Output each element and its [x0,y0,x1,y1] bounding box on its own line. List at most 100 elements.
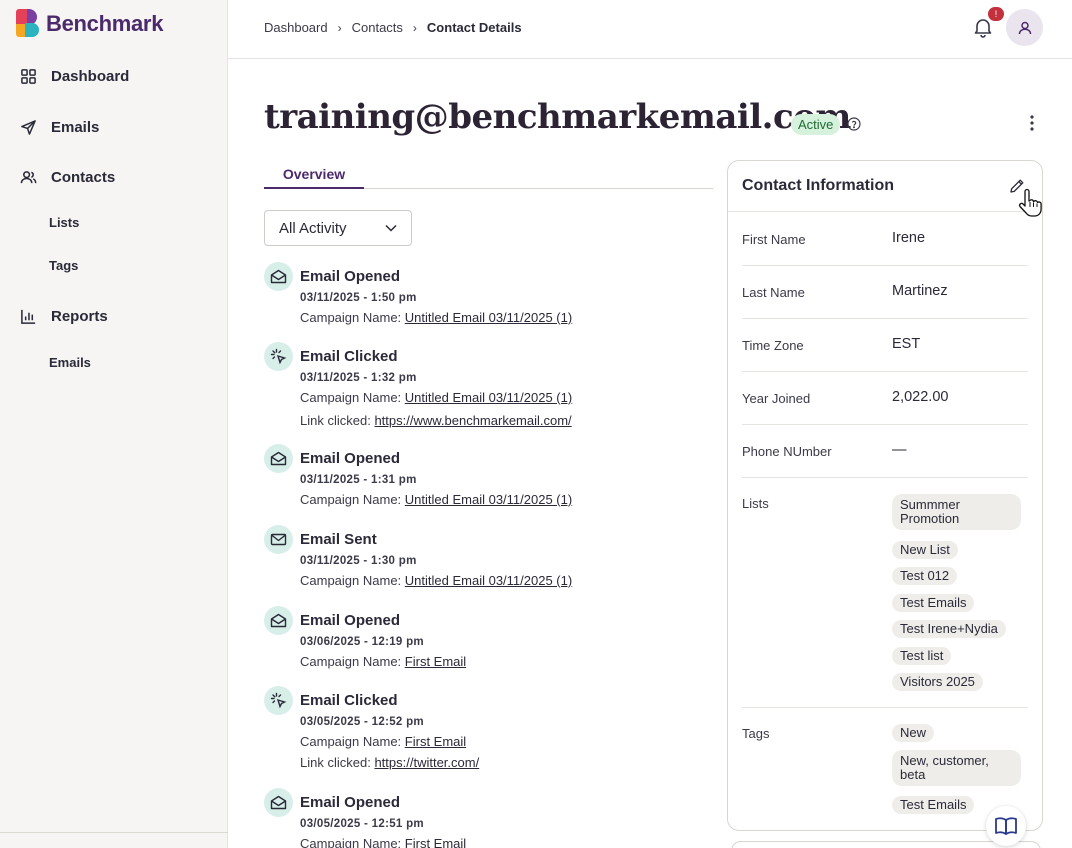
campaign-label: Campaign Name: [300,836,402,848]
breadcrumb-dashboard[interactable]: Dashboard [264,20,328,35]
sidebar-item-emails[interactable]: Emails [20,119,99,136]
clicked-link[interactable]: https://twitter.com/ [374,755,479,770]
activity-link: Link clicked: https://www.benchmarkemail… [300,413,572,428]
activity-title: Email Clicked [300,692,398,709]
activity-date: 03/11/2025 - 1:30 pm [300,555,417,567]
activity-filter-select[interactable]: All Activity [264,210,412,246]
sidebar-item-label: Emails [51,119,100,136]
chevron-right-icon: › [412,20,417,35]
sidebar-item-lists[interactable]: Lists [49,215,79,230]
field-label: Tags [742,726,770,741]
campaign-label: Campaign Name: [300,492,402,507]
click-icon [264,342,293,371]
user-icon [1018,21,1031,34]
field-value: — [892,442,907,458]
list-chip[interactable]: New List [892,541,958,559]
brand-name: Benchmark [46,11,164,36]
campaign-label: Campaign Name: [300,390,402,405]
grid-icon [21,69,36,84]
avatar[interactable] [1006,9,1043,46]
click-icon [264,686,293,715]
campaign-label: Campaign Name: [300,734,402,749]
field-label: Phone NUmber [742,444,832,459]
campaign-link[interactable]: Untitled Email 03/11/2025 (1) [405,492,572,507]
field-value: EST [892,336,921,352]
breadcrumb-current: Contact Details [426,20,522,35]
sidebar-item-reports[interactable]: Reports [20,308,108,325]
activity-campaign: Campaign Name: Untitled Email 03/11/2025… [300,492,572,507]
field-label: Time Zone [742,338,804,353]
list-chip[interactable]: Test Irene+Nydia [892,620,1006,638]
list-chip[interactable]: Visitors 2025 [892,673,983,691]
campaign-link[interactable]: First Email [405,836,466,848]
activity-campaign: Campaign Name: Untitled Email 03/11/2025… [300,310,572,325]
chevron-down-icon [385,224,397,232]
book-open-icon [995,817,1017,835]
sidebar-item-dashboard[interactable]: Dashboard [20,68,129,85]
activity-title: Email Sent [300,531,377,548]
activity-link: Link clicked: https://twitter.com/ [300,755,479,770]
hand-pointer-cursor-icon [1019,188,1042,217]
help-docs-button[interactable] [986,806,1026,846]
mail-open-icon [264,262,293,291]
campaign-link[interactable]: Untitled Email 03/11/2025 (1) [405,390,572,405]
tag-chip[interactable]: Test Emails [892,796,975,814]
field-year-joined: Year Joined 2,022.00 [742,372,1028,425]
activity-title: Email Clicked [300,348,398,365]
campaign-link[interactable]: First Email [405,734,466,749]
contact-information-card: Contact Information First Name Irene Las… [727,160,1043,831]
activity-date: 03/11/2025 - 1:50 pm [300,292,417,304]
sidebar-item-contacts[interactable]: Contacts [20,169,115,186]
breadcrumb: Dashboard › Contacts › Contact Details [264,20,522,35]
tab-overview[interactable]: Overview [264,166,364,189]
activity-campaign: Campaign Name: First Email [300,654,466,669]
activity-campaign: Campaign Name: Untitled Email 03/11/2025… [300,573,572,588]
field-last-name: Last Name Martinez [742,266,1028,319]
help-circle-icon[interactable] [847,117,861,131]
campaign-link[interactable]: Untitled Email 03/11/2025 (1) [405,573,572,588]
tag-chip[interactable]: New, customer, beta [892,750,1021,786]
field-label: Year Joined [742,391,811,406]
campaign-label: Campaign Name: [300,573,402,588]
field-time-zone: Time Zone EST [742,319,1028,372]
card-header: Contact Information [728,161,1042,212]
campaign-label: Campaign Name: [300,654,402,669]
sidebar-item-label: Dashboard [51,68,130,85]
activity-campaign: Campaign Name: Untitled Email 03/11/2025… [300,390,572,405]
notification-badge: ! [988,7,1004,21]
field-label: Last Name [742,285,805,300]
activity-campaign: Campaign Name: First Email [300,836,466,848]
campaign-link[interactable]: First Email [405,654,466,669]
page-title: training@benchmarkemail.com [264,97,851,137]
sidebar-item-report-emails[interactable]: Emails [49,355,91,370]
chevron-right-icon: › [337,20,342,35]
campaign-link[interactable]: Untitled Email 03/11/2025 (1) [405,310,572,325]
field-first-name: First Name Irene [742,213,1028,266]
field-tags: Tags New New, customer, beta Test Emails [742,708,1028,830]
mail-open-icon [264,444,293,473]
activity-date: 03/05/2025 - 12:51 pm [300,818,424,830]
list-chip[interactable]: Test list [892,647,952,665]
brand-logo[interactable]: Benchmark [16,9,163,39]
list-chip[interactable]: Summmer Promotion [892,494,1021,530]
tag-chip[interactable]: New [892,724,935,742]
clicked-link[interactable]: https://www.benchmarkemail.com/ [374,413,571,428]
tab-bar: Overview [264,160,713,189]
sidebar-item-tags[interactable]: Tags [49,258,78,273]
field-value: Irene [892,230,926,246]
more-vertical-icon[interactable] [1025,113,1039,133]
activity-date: 03/05/2025 - 12:52 pm [300,716,424,728]
send-icon [21,120,36,135]
list-chip[interactable]: Test Emails [892,594,975,612]
sidebar: Benchmark Dashboard Emails Contacts List… [0,0,228,848]
activity-date: 03/11/2025 - 1:31 pm [300,474,417,486]
top-bar: Dashboard › Contacts › Contact Details ! [228,0,1072,59]
field-value: Martinez [892,283,948,299]
breadcrumb-contacts[interactable]: Contacts [352,20,403,35]
sidebar-item-label: Reports [51,308,108,325]
list-chip[interactable]: Test 012 [892,567,958,585]
sidebar-divider [0,832,228,833]
status-badge: Active [791,114,841,135]
field-lists: Lists Summmer Promotion New List Test 01… [742,478,1028,708]
users-icon [20,171,37,184]
